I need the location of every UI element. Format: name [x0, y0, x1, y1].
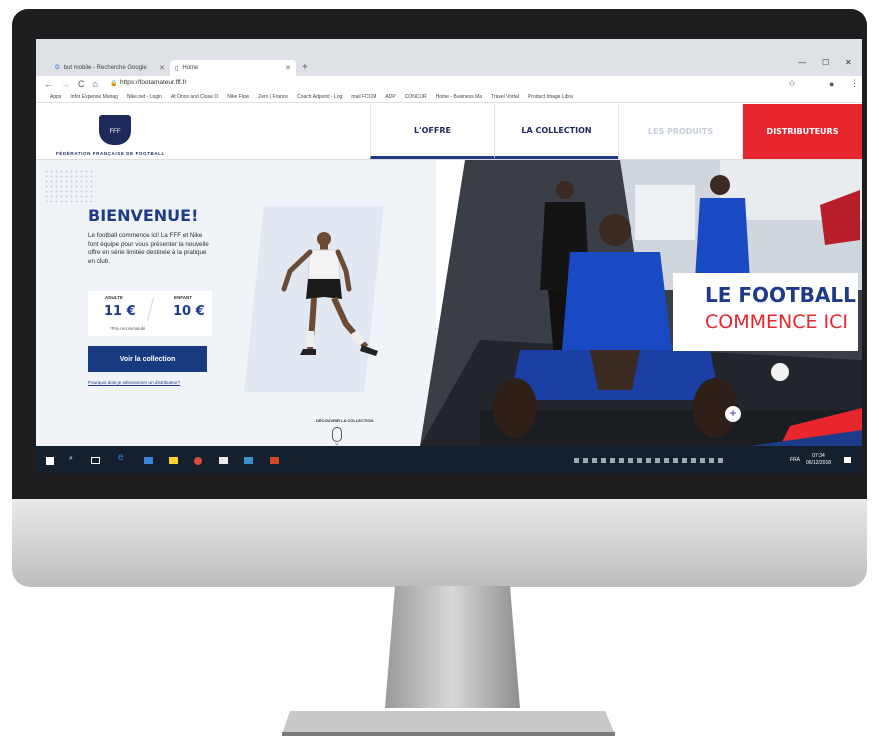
profile-icon[interactable]: ● [829, 79, 834, 89]
menu-icon[interactable]: ⋮ [850, 78, 859, 89]
page-title: BIENVENUE! [88, 206, 199, 225]
clock-date: 06/12/2018 [806, 460, 832, 466]
bookmark-item[interactable]: Infor Expense Manag [70, 94, 118, 100]
edge-icon[interactable]: e [118, 452, 130, 463]
slogan-line-1: LE FOOTBALL [705, 283, 856, 307]
mail-icon[interactable] [219, 457, 228, 464]
reload-icon[interactable]: C [78, 79, 85, 89]
app-icon[interactable] [244, 457, 253, 464]
task-view-icon[interactable] [91, 457, 100, 464]
page-icon: ▯ [175, 65, 179, 72]
bookmark-item[interactable]: Apps [50, 94, 61, 100]
google-icon: G [55, 65, 60, 71]
child-label: ENFANT [174, 295, 192, 300]
adult-label: ADULTE [105, 295, 123, 300]
minimize-icon[interactable]: — [798, 58, 806, 67]
player-illustration [281, 232, 378, 356]
nav-produits[interactable]: LES PRODUITS [618, 104, 742, 159]
bookmark-item[interactable]: Home - Business Ma [436, 94, 482, 100]
price-note: *Prix recommandé [110, 326, 146, 331]
bookmark-item[interactable]: mail FCCM [351, 94, 376, 100]
address-bar[interactable]: https://footamateur.fff.fr [120, 79, 187, 86]
new-tab-icon[interactable]: + [302, 62, 308, 73]
close-icon[interactable]: ✕ [285, 64, 291, 72]
view-collection-button[interactable]: Voir la collection [88, 346, 207, 372]
powerpoint-icon[interactable] [270, 457, 279, 464]
taskbar-clock[interactable]: 07:34 06/12/2018 [806, 453, 831, 467]
windows-start-icon[interactable] [46, 457, 54, 465]
fff-logo[interactable]: FFF [99, 115, 131, 145]
divider [146, 297, 155, 321]
tab-label: but mobile - Recherche Google [63, 65, 147, 71]
federation-name: FÉDÉRATION FRANÇAISE DE FOOTBALL [56, 151, 165, 156]
clock-time: 07:34 [812, 453, 825, 459]
close-icon[interactable]: ✕ [159, 64, 165, 72]
notifications-icon[interactable] [844, 457, 851, 463]
plus-icon[interactable]: + [725, 406, 741, 422]
language-indicator[interactable]: FRA [790, 457, 800, 463]
monitor-stand [282, 586, 615, 736]
nav-collection[interactable]: LA COLLECTION [494, 104, 618, 159]
close-window-icon[interactable]: ✕ [845, 58, 852, 67]
search-icon[interactable]: ⌕ [69, 455, 78, 462]
bookmark-item[interactable]: ADP [385, 94, 395, 100]
forward-icon[interactable]: → [61, 79, 70, 89]
bookmark-item[interactable]: Travel Vortal [491, 94, 519, 100]
price-box: ADULTE 11 € ENFANT 10 € *Prix recommandé [88, 291, 212, 336]
taskbar [36, 446, 862, 473]
tab-home[interactable]: ▯ Home ✕ [170, 60, 296, 76]
bookmark-item[interactable]: Nike.net - Login [127, 94, 162, 100]
nav-distributeurs[interactable]: DISTRIBUTEURS [742, 104, 862, 159]
lock-icon: 🔒 [109, 81, 118, 87]
slogan-line-2: COMMENCE ICI [705, 311, 849, 333]
bookmark-item[interactable]: Coach Adpoint - Log [297, 94, 342, 100]
screen: G but mobile - Recherche Google ✕ ▯ Home… [36, 39, 862, 473]
dot-pattern [44, 169, 96, 205]
chrome-icon[interactable] [194, 457, 202, 465]
bookmark-item[interactable]: Product Image Libra [528, 94, 573, 100]
discover-label: DÉCOUVRIR LA COLLECTION [316, 418, 374, 423]
maximize-icon[interactable]: ☐ [822, 58, 829, 67]
star-icon[interactable]: ☆ [788, 78, 796, 89]
bookmark-item[interactable]: Nike Flow [227, 94, 249, 100]
dealer-link[interactable]: Pourquoi dois-je sélectionner un distrib… [88, 380, 180, 385]
home-icon[interactable]: ⌂ [93, 79, 98, 89]
explorer-icon[interactable] [169, 457, 178, 464]
bookmark-item[interactable]: At Once and Close O [171, 94, 218, 100]
bookmark-item[interactable]: Zero | France [258, 94, 288, 100]
nav-offre[interactable]: L'OFFRE [370, 104, 494, 159]
system-tray-icons[interactable] [574, 458, 724, 463]
back-icon[interactable]: ← [44, 79, 53, 89]
bookmark-item[interactable]: CONCUR [405, 94, 427, 100]
tab-google-search[interactable]: G but mobile - Recherche Google ✕ [50, 60, 170, 76]
adult-price: 11 € [104, 304, 136, 319]
bookmarks-bar: Apps Infor Expense Manag Nike.net - Logi… [36, 91, 862, 103]
outlook-icon[interactable] [144, 457, 153, 464]
monitor-chin [12, 499, 867, 587]
child-price: 10 € [173, 304, 205, 319]
intro-text: Le football commence ici! La FFF et Nike… [88, 232, 209, 265]
tab-label: Home [182, 65, 199, 71]
